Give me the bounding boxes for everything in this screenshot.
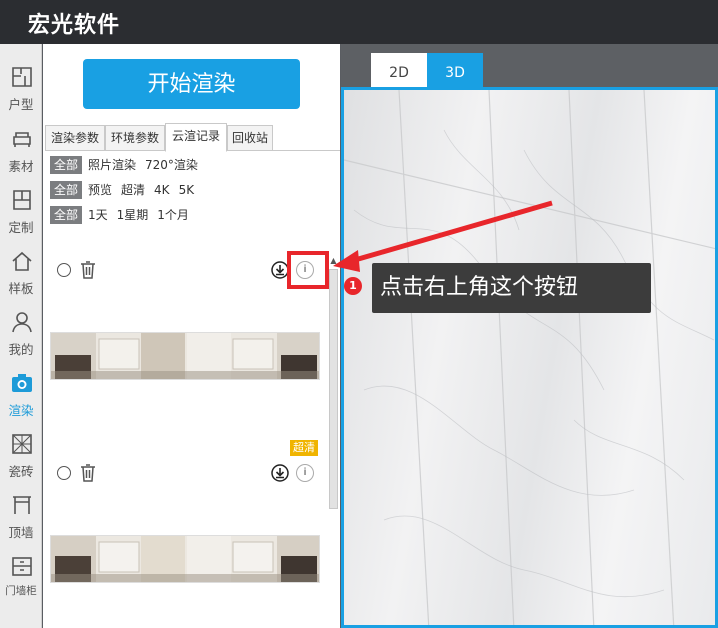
nav-item-material[interactable]: 素材	[0, 120, 42, 180]
render-record: 超清 i	[43, 439, 328, 589]
filter-option[interactable]: 超清	[121, 181, 145, 198]
nav-label: 瓷砖	[8, 464, 34, 479]
left-nav: 户型 素材 定制 样板 我的 渲染 瓷砖 顶墙 门墙柜	[0, 44, 42, 628]
tab-environment-params[interactable]: 环境参数	[105, 125, 165, 151]
render-thumbnail[interactable]	[50, 332, 320, 380]
nav-item-floorplan[interactable]: 户型	[0, 58, 42, 118]
sofa-icon	[13, 132, 31, 147]
nav-item-door-cabinet[interactable]: 门墙柜	[0, 547, 42, 607]
download-icon[interactable]	[271, 464, 289, 482]
nav-item-ceiling-wall[interactable]: 顶墙	[0, 486, 42, 546]
app-title: 宏光软件	[28, 13, 121, 38]
marble-wall-render	[344, 90, 715, 625]
filter-row-type: 全部 照片渲染 720°渲染	[50, 156, 207, 174]
quality-badge: 超清	[290, 440, 318, 456]
nav-label: 定制	[8, 220, 34, 235]
nav-label: 样板	[8, 281, 34, 296]
filter-option[interactable]: 预览	[88, 181, 112, 198]
panorama-image	[51, 333, 319, 379]
render-thumbnail[interactable]	[50, 535, 320, 583]
tab-cloud-records[interactable]: 云渲记录	[165, 123, 227, 152]
nav-item-tile[interactable]: 瓷砖	[0, 425, 42, 485]
nav-item-custom[interactable]: 定制	[0, 181, 42, 241]
tab-recycle-bin[interactable]: 回收站	[227, 125, 273, 151]
trash-icon[interactable]	[80, 464, 96, 482]
user-icon	[12, 312, 32, 333]
title-bar: 宏光软件	[0, 0, 718, 44]
nav-label: 门墙柜	[5, 585, 37, 597]
filter-option[interactable]: 1星期	[117, 206, 149, 223]
tab-render-params[interactable]: 渲染参数	[45, 125, 105, 151]
nav-label: 我的	[8, 342, 34, 357]
filter-all-chip[interactable]: 全部	[50, 206, 83, 224]
nav-item-render[interactable]: 渲染	[0, 364, 42, 424]
nav-item-template[interactable]: 样板	[0, 242, 42, 302]
record-select-radio[interactable]	[57, 263, 71, 277]
ceiling-icon	[13, 496, 31, 514]
nav-label: 素材	[8, 159, 34, 174]
render-panel: 开始渲染 渲染参数 环境参数 云渲记录 回收站 全部 照片渲染 720°渲染 全部预…	[43, 44, 340, 628]
nav-label: 顶墙	[8, 525, 34, 540]
scroll-up-arrow[interactable]: ▲	[329, 256, 338, 266]
info-button[interactable]: i	[296, 464, 314, 482]
filter-row-quality: 全部 预览 超清 4K 5K	[50, 181, 203, 199]
filter-all-chip[interactable]: 全部	[50, 181, 83, 199]
camera-icon	[12, 374, 32, 392]
3d-canvas[interactable]	[341, 87, 718, 628]
filter-option[interactable]: 1个月	[157, 206, 189, 223]
scrollbar[interactable]	[329, 269, 338, 509]
step-number-badge: 1	[344, 277, 362, 295]
panel-tabs: 渲染参数 环境参数 云渲记录 回收站	[45, 123, 340, 152]
floorplan-icon	[12, 67, 32, 87]
filter-row-time: 全部 1天 1星期 1个月	[50, 206, 198, 224]
record-select-radio[interactable]	[57, 466, 71, 480]
trash-icon[interactable]	[80, 261, 96, 279]
filter-all-chip[interactable]: 全部	[50, 156, 83, 174]
filter-option[interactable]: 照片渲染	[88, 156, 136, 173]
nav-label: 户型	[8, 97, 34, 112]
viewport: 2D 3D	[341, 44, 718, 628]
panorama-image	[51, 536, 319, 582]
nav-item-mine[interactable]: 我的	[0, 303, 42, 363]
door-cabinet-icon	[12, 557, 32, 576]
highlight-box	[287, 251, 329, 289]
cabinet-icon	[13, 190, 31, 210]
filter-option[interactable]: 5K	[179, 183, 195, 197]
house-icon	[12, 251, 32, 271]
nav-label: 渲染	[8, 403, 34, 418]
filter-option[interactable]: 1天	[88, 206, 108, 223]
instruction-callout: 点击右上角这个按钮	[372, 263, 651, 313]
start-render-button[interactable]: 开始渲染	[83, 59, 300, 109]
filter-option[interactable]: 720°渲染	[145, 156, 198, 173]
render-record: i	[43, 259, 328, 384]
filter-option[interactable]: 4K	[154, 183, 170, 197]
tile-icon	[12, 434, 32, 454]
